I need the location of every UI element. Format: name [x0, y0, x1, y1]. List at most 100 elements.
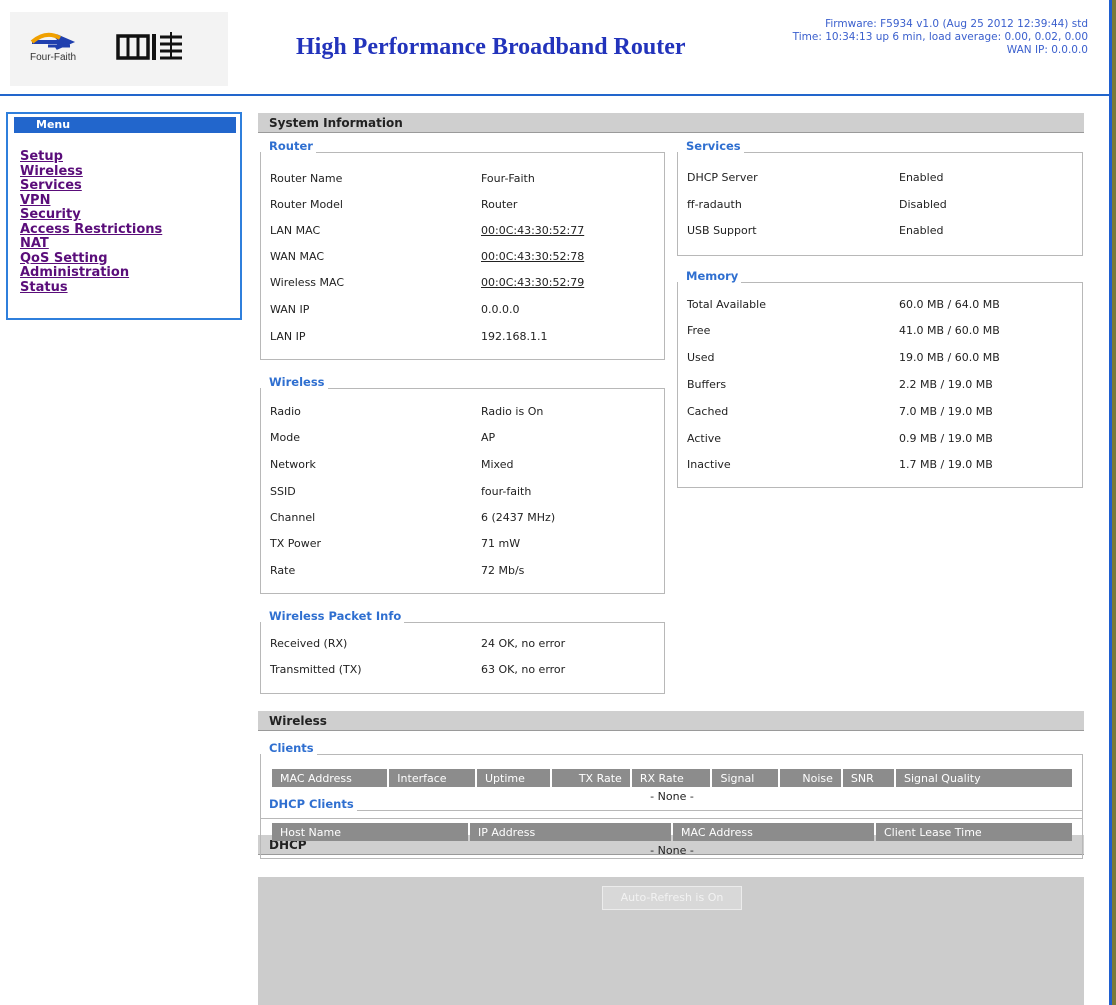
menu-item-access-restrictions[interactable]: Access Restrictions — [20, 222, 240, 238]
column-header: Noise — [779, 769, 841, 787]
cached-value: 7.0 MB / 19.0 MB — [899, 405, 993, 418]
column-header: Host Name — [272, 823, 468, 841]
right-scroll-edge — [1112, 0, 1116, 1005]
lan-mac-label: LAN MAC — [270, 224, 321, 237]
radio-label: Radio — [270, 405, 301, 418]
radio-value: Radio is On — [481, 405, 544, 418]
wireless-legend: Wireless — [261, 375, 328, 389]
dhcp-clients-table: Host Name IP Address MAC Address Client … — [270, 823, 1074, 859]
menu-item-administration[interactable]: Administration — [20, 265, 240, 281]
tx-power-value: 71 mW — [481, 537, 521, 550]
menu-item-vpn[interactable]: VPN — [20, 193, 240, 209]
dhcp-clients-fieldset: DHCP Clients Host Name IP Address MAC Ad… — [260, 797, 1083, 859]
four-faith-logo: Four-Faith — [10, 12, 228, 86]
buffers-value: 2.2 MB / 19.0 MB — [899, 378, 993, 391]
lan-ip-label: LAN IP — [270, 330, 306, 343]
system-information-header: System Information — [258, 113, 1084, 133]
router-model-value: Router — [481, 198, 518, 211]
free-label: Free — [687, 324, 711, 337]
dhcp-server-value: Enabled — [899, 171, 944, 184]
menu-item-nat[interactable]: NAT — [20, 236, 240, 252]
column-header: SNR — [842, 769, 894, 787]
services-legend: Services — [678, 139, 744, 153]
total-available-label: Total Available — [687, 298, 766, 311]
usb-support-label: USB Support — [687, 224, 757, 237]
column-header: MAC Address — [272, 769, 388, 787]
active-value: 0.9 MB / 19.0 MB — [899, 432, 993, 445]
menu-item-setup[interactable]: Setup — [20, 149, 240, 165]
menu-item-services[interactable]: Services — [20, 178, 240, 194]
rate-label: Rate — [270, 564, 296, 577]
menu-links: Setup Wireless Services VPN Security Acc… — [8, 149, 240, 296]
sidebar-menu: Menu Setup Wireless Services VPN Securit… — [6, 112, 242, 320]
transmitted-value: 63 OK, no error — [481, 663, 566, 676]
used-label: Used — [687, 351, 715, 364]
column-header: IP Address — [470, 823, 671, 841]
status-info: Firmware: F5934 v1.0 (Aug 25 2012 12:39:… — [793, 18, 1088, 57]
rate-value: 72 Mb/s — [481, 564, 525, 577]
dhcp-server-label: DHCP Server — [687, 171, 758, 184]
wan-ip-text: WAN IP: 0.0.0.0 — [1006, 44, 1088, 56]
clients-table: MAC Address Interface Uptime TX Rate RX … — [270, 769, 1074, 805]
menu-title: Menu — [14, 117, 236, 133]
tx-power-label: TX Power — [270, 537, 322, 550]
lan-ip-value: 192.168.1.1 — [481, 330, 548, 343]
logo-mark-icon — [30, 32, 182, 60]
received-label: Received (RX) — [270, 637, 348, 650]
column-header: RX Rate — [631, 769, 711, 787]
menu-item-qos-setting[interactable]: QoS Setting — [20, 251, 240, 267]
memory-fieldset: Memory Total Available 60.0 MB / 64.0 MB… — [677, 269, 1083, 488]
network-label: Network — [270, 458, 316, 471]
ssid-label: SSID — [270, 485, 296, 498]
wan-mac-value[interactable]: 00:0C:43:30:52:78 — [481, 250, 584, 264]
wireless-packet-info-legend: Wireless Packet Info — [261, 609, 405, 623]
network-value: Mixed — [481, 458, 514, 471]
router-name-value: Four-Faith — [481, 172, 535, 185]
column-header: MAC Address — [673, 823, 874, 841]
services-fieldset: Services DHCP Server Enabled ff-radauth … — [677, 139, 1083, 256]
wireless-packet-info-fieldset: Wireless Packet Info Received (RX) 24 OK… — [260, 609, 665, 694]
refresh-panel: Auto-Refresh is On — [258, 877, 1084, 1005]
auto-refresh-button[interactable]: Auto-Refresh is On — [602, 886, 742, 910]
column-header: Uptime — [476, 769, 551, 787]
wan-mac-label: WAN MAC — [270, 250, 325, 263]
menu-item-status[interactable]: Status — [20, 280, 240, 296]
mode-value: AP — [481, 431, 496, 444]
total-available-value: 60.0 MB / 64.0 MB — [899, 298, 1000, 311]
router-fieldset: Router Router Name Four-Faith Router Mod… — [260, 139, 665, 360]
lan-mac-value[interactable]: 00:0C:43:30:52:77 — [481, 224, 584, 238]
mode-label: Mode — [270, 431, 300, 444]
wireless-section-header: Wireless — [258, 711, 1084, 731]
column-header: Signal Quality — [896, 769, 1072, 787]
column-header: Client Lease Time — [876, 823, 1072, 841]
ff-radauth-label: ff-radauth — [687, 198, 742, 211]
ssid-value: four-faith — [481, 485, 532, 498]
channel-label: Channel — [270, 511, 316, 524]
menu-item-wireless[interactable]: Wireless — [20, 164, 240, 180]
header: Four-Faith High Performance Broadband Ro… — [0, 0, 1116, 96]
column-header: Interface — [389, 769, 475, 787]
cached-label: Cached — [687, 405, 729, 418]
memory-legend: Memory — [678, 269, 742, 283]
router-model-label: Router Model — [270, 198, 343, 211]
clients-legend: Clients — [261, 741, 317, 755]
firmware-text: Firmware: F5934 v1.0 (Aug 25 2012 12:39:… — [825, 18, 1088, 30]
buffers-label: Buffers — [687, 378, 727, 391]
active-label: Active — [687, 432, 722, 445]
channel-value: 6 (2437 MHz) — [481, 511, 556, 524]
wan-ip-value: 0.0.0.0 — [481, 303, 520, 316]
inactive-label: Inactive — [687, 458, 731, 471]
wan-ip-label: WAN IP — [270, 303, 310, 316]
column-header: Signal — [712, 769, 778, 787]
wireless-fieldset: Wireless Radio Radio is On Mode AP Netwo… — [260, 375, 665, 594]
wireless-mac-value[interactable]: 00:0C:43:30:52:79 — [481, 276, 584, 290]
dhcp-clients-legend: DHCP Clients — [261, 797, 357, 811]
wireless-mac-label: Wireless MAC — [270, 276, 345, 289]
usb-support-value: Enabled — [899, 224, 944, 237]
clients-empty-message: - None - — [650, 789, 694, 803]
ff-radauth-value: Disabled — [899, 198, 947, 211]
inactive-value: 1.7 MB / 19.0 MB — [899, 458, 993, 471]
menu-item-security[interactable]: Security — [20, 207, 240, 223]
transmitted-label: Transmitted (TX) — [270, 663, 362, 676]
uptime-text: Time: 10:34:13 up 6 min, load average: 0… — [792, 31, 1088, 43]
